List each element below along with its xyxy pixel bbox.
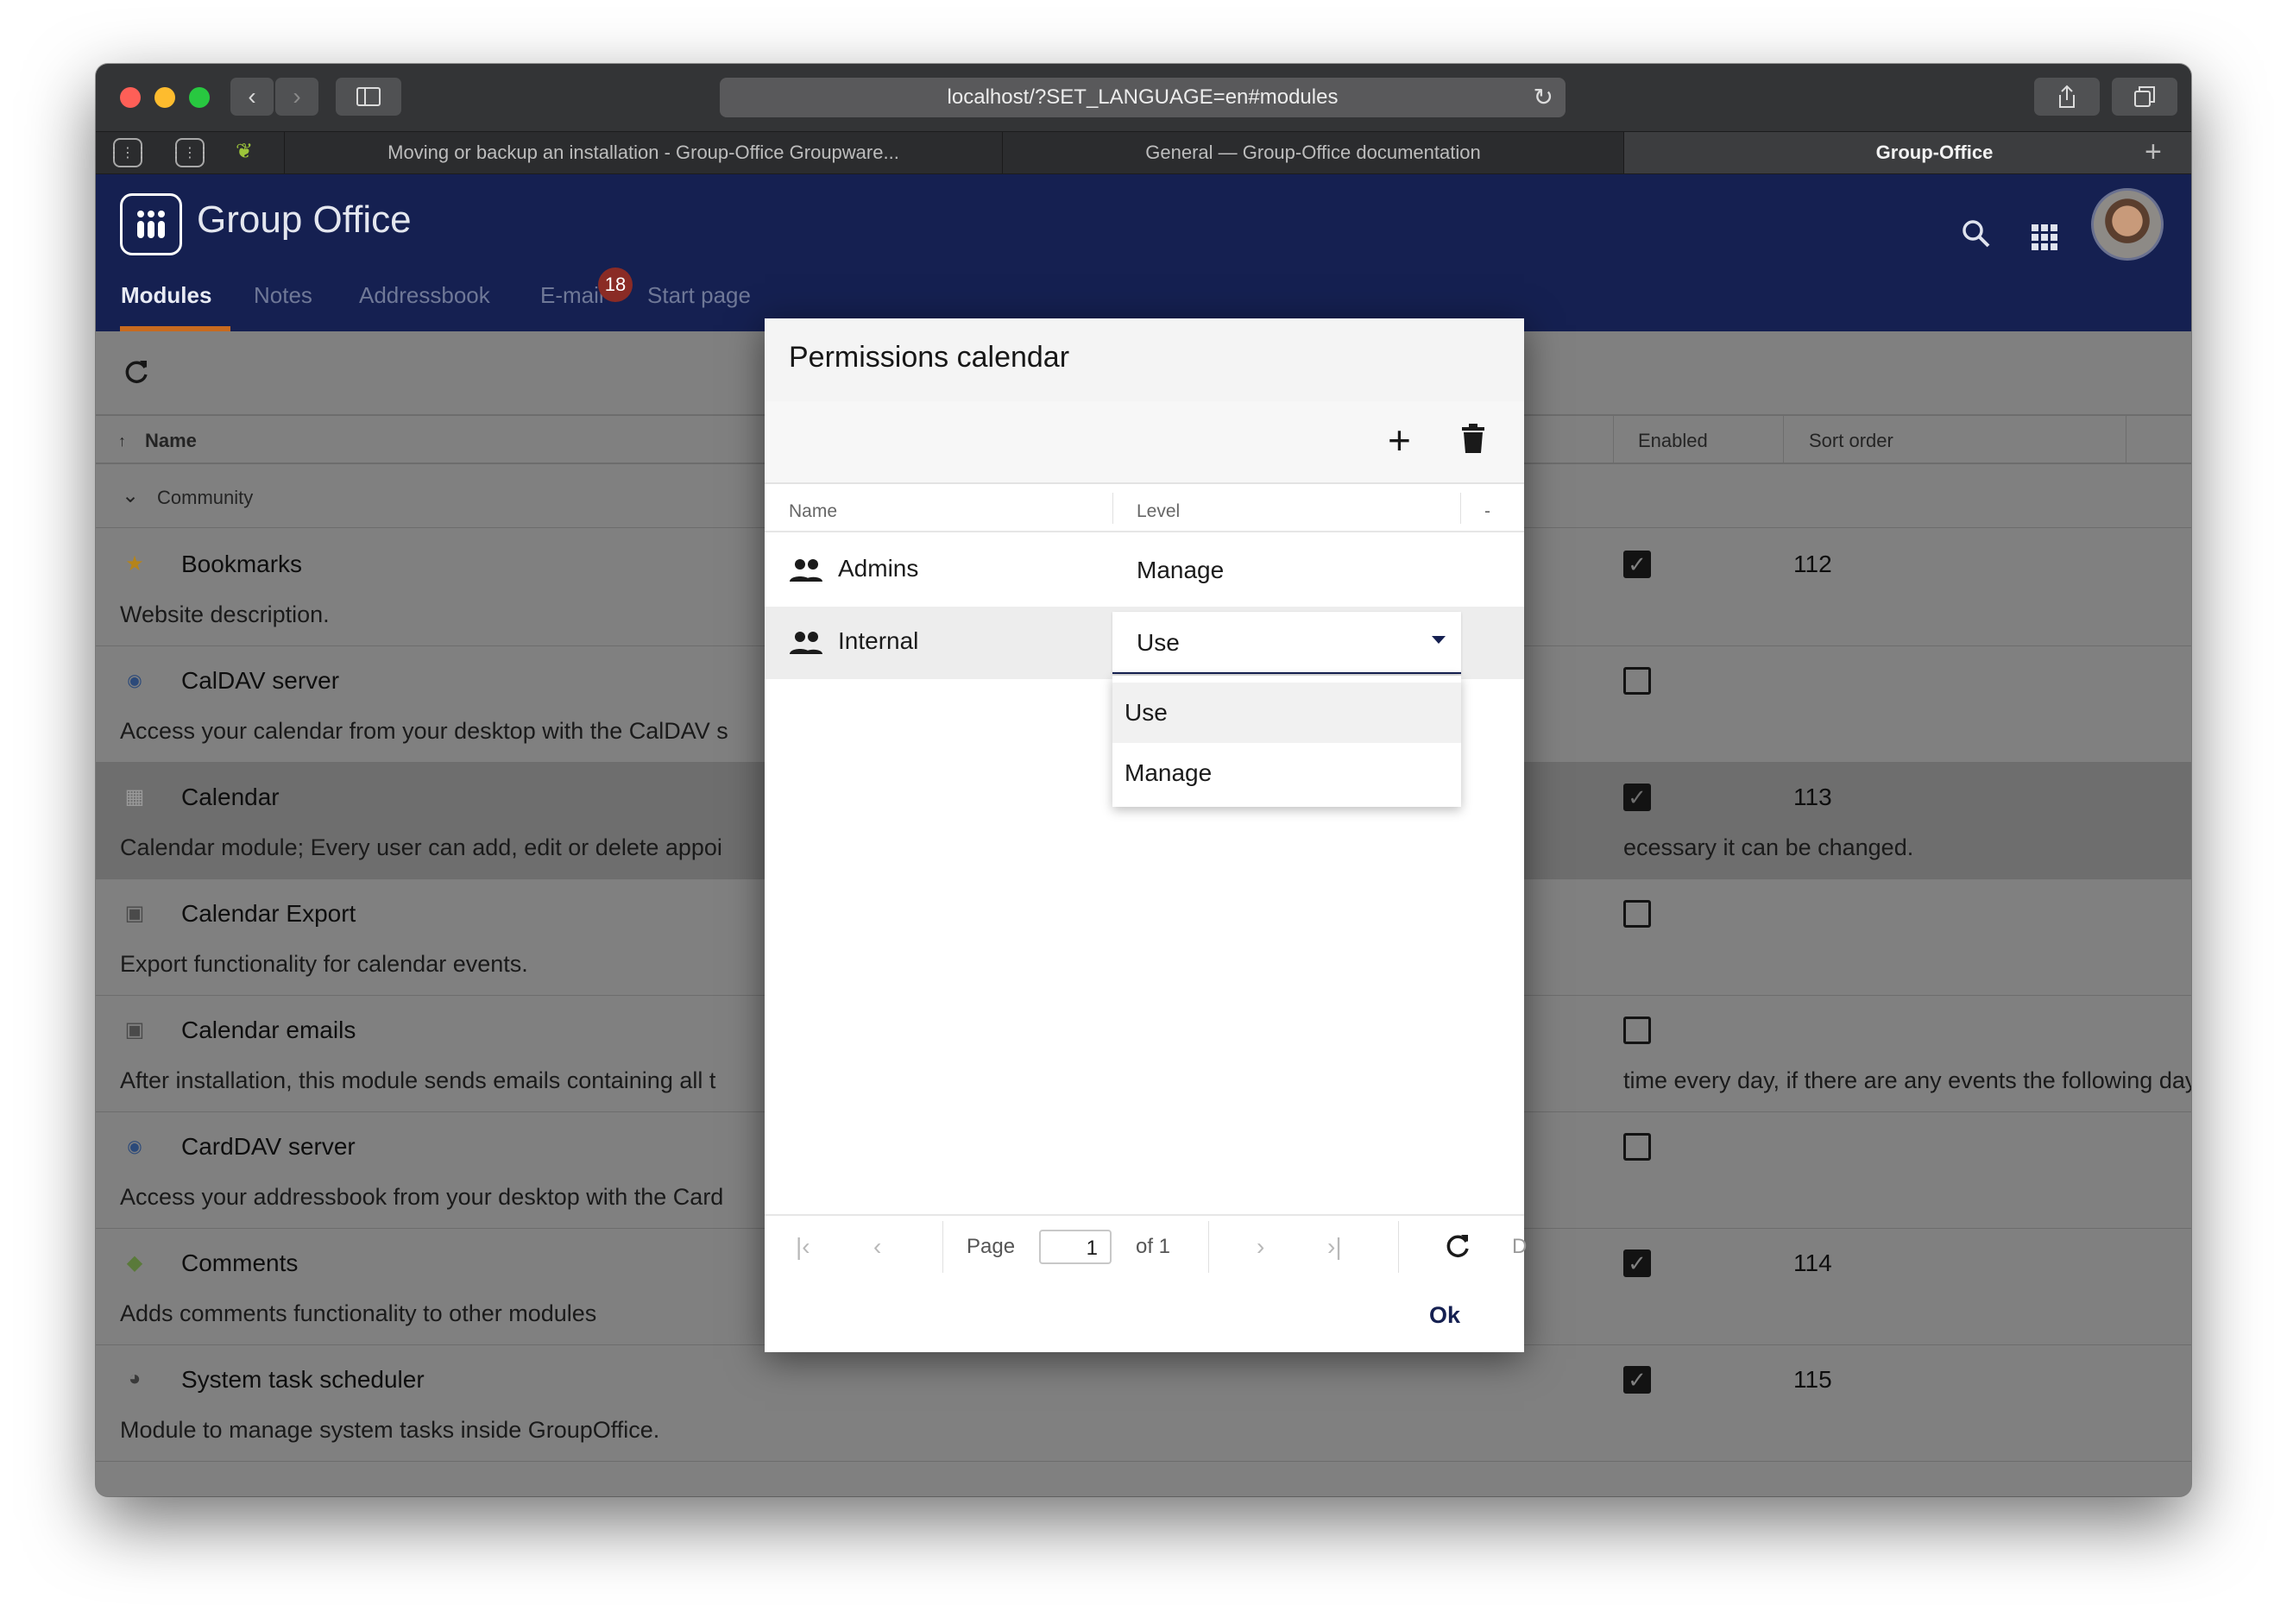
scheduler-icon: ◕ [128,1367,142,1390]
app-title: Group Office [197,198,412,241]
group-icon [790,559,822,582]
level-dropdown-menu: Use Manage [1112,676,1461,807]
back-button[interactable]: ‹ [230,78,274,116]
leaf-icon[interactable]: ❦ [236,139,253,164]
dialog-toolbar: + [765,401,1524,484]
grid-icon: ⋮⋮⋮ [169,146,211,161]
browser-titlebar: ‹ › localhost/?SET_LANGUAGE=en#modules ↻ [96,64,2191,131]
tab-email[interactable]: E-mail [540,282,604,309]
dialog-header: Permissions calendar [765,318,1524,401]
tab-notes[interactable]: Notes [254,282,312,309]
reload-button[interactable] [1443,1231,1472,1267]
refresh-button[interactable] [122,357,151,391]
column-header-name[interactable]: Name [789,501,837,522]
app-logo[interactable] [120,193,182,255]
prev-page-icon[interactable]: ‹ [873,1233,881,1261]
enabled-checkbox[interactable] [1623,667,1651,695]
dialog-title: Permissions calendar [789,341,1070,374]
group-icon [790,632,822,654]
caldav-icon: ◉ [127,670,142,690]
browser-tab-2[interactable]: General — Group-Office documentation [1002,132,1623,173]
zoom-window-button[interactable] [189,87,210,108]
tab-modules[interactable]: Modules [121,282,211,309]
tab-addressbook[interactable]: Addressbook [359,282,490,309]
page-count: of 1 [1136,1235,1171,1258]
plus-icon: + [1388,418,1411,463]
permission-row-admins[interactable]: Admins Manage [765,534,1524,607]
pager-extra-text: D [1512,1235,1528,1258]
url-text: localhost/?SET_LANGUAGE=en#modules [947,85,1339,109]
share-icon [2059,85,2075,108]
app-header: Group Office Modules Notes Addressbook E… [96,174,2191,331]
group-label: Community [157,487,254,508]
tabs-icon [2134,86,2155,107]
level-select[interactable]: Use [1112,612,1461,674]
enabled-checkbox[interactable]: ✓ [1623,1249,1651,1277]
search-button[interactable] [1960,217,1993,255]
enabled-checkbox[interactable]: ✓ [1623,1366,1651,1394]
comments-icon: ◆ [126,1250,143,1275]
browser-tab-1[interactable]: Moving or backup an installation - Group… [284,132,1002,173]
permissions-dialog: Permissions calendar + Name Level - Admi… [765,318,1528,1352]
trash-icon [1462,424,1484,453]
last-page-icon[interactable]: ›| [1327,1233,1342,1261]
ok-button[interactable]: Ok [1429,1302,1460,1329]
table-row[interactable]: ◕ System task scheduler Module to manage… [96,1345,2191,1462]
grid-icon: ⋮⋮⋮ [107,146,148,161]
page-label: Page [967,1235,1016,1258]
close-window-button[interactable] [120,87,141,108]
sidebar-toggle-button[interactable] [336,78,401,116]
add-button[interactable]: + [1388,420,1411,460]
next-page-icon[interactable]: › [1257,1233,1264,1261]
carddav-icon: ◉ [127,1136,142,1156]
enabled-checkbox[interactable] [1623,1133,1651,1161]
browser-tab-3[interactable]: Group-Office [1623,132,2191,173]
minimize-window-button[interactable] [154,87,175,108]
enabled-checkbox[interactable] [1623,1017,1651,1044]
chevron-right-icon: › [293,83,301,110]
address-bar[interactable]: localhost/?SET_LANGUAGE=en#modules ↻ [720,78,1566,117]
enabled-checkbox[interactable] [1623,900,1651,928]
permissions-column-headers: Name Level - [765,484,1524,532]
column-header-sort-order[interactable]: Sort order [1809,430,1893,452]
tab-start-page[interactable]: Start page [647,282,751,309]
pinned-tab-2[interactable]: ⋮⋮⋮ [169,138,211,167]
reload-icon[interactable]: ↻ [1534,83,1553,111]
first-page-icon[interactable]: |‹ [796,1233,810,1261]
column-header-enabled[interactable]: Enabled [1638,430,1708,452]
column-header-extra[interactable]: - [1484,501,1490,522]
refresh-icon [1446,1235,1469,1257]
email-unread-badge: 18 [598,268,633,302]
calendar-icon: ▦ [124,784,145,809]
chevron-left-icon: ‹ [248,83,256,110]
sort-asc-icon: ↑ [118,432,126,450]
enabled-checkbox[interactable]: ✓ [1623,784,1651,811]
column-header-level[interactable]: Level [1137,501,1180,522]
module-icon: ▣ [124,1017,145,1042]
chevron-down-icon: ⌄ [122,484,140,507]
module-icon: ▣ [124,901,145,925]
option-use[interactable]: Use [1112,683,1461,743]
delete-button[interactable] [1460,424,1486,459]
level-select-value: Use [1137,629,1180,656]
enabled-checkbox[interactable]: ✓ [1623,551,1651,578]
user-avatar[interactable] [2091,188,2164,261]
column-header-name[interactable]: Name [145,430,197,452]
forward-button[interactable]: › [275,78,318,116]
apps-logo-icon [137,211,165,238]
new-tab-button[interactable]: + [2145,135,2162,169]
browser-tabbar: ⋮⋮⋮ ⋮⋮⋮ ❦ Moving or backup an installati… [96,131,2191,174]
apps-grid-icon[interactable] [2032,224,2057,250]
page-number-input[interactable]: 1 [1039,1230,1112,1264]
refresh-icon [125,361,148,383]
pinned-tab-1[interactable]: ⋮⋮⋮ [107,138,148,167]
caret-down-icon[interactable] [1432,636,1446,644]
tabs-overview-button[interactable] [2112,78,2177,116]
search-icon [1963,220,1990,248]
option-manage[interactable]: Manage [1112,743,1461,803]
share-button[interactable] [2034,78,2100,116]
pagination-bar: |‹ ‹ Page 1 of 1 › ›| D [765,1214,1528,1278]
sidebar-icon [356,87,381,106]
star-icon: ★ [125,551,144,576]
